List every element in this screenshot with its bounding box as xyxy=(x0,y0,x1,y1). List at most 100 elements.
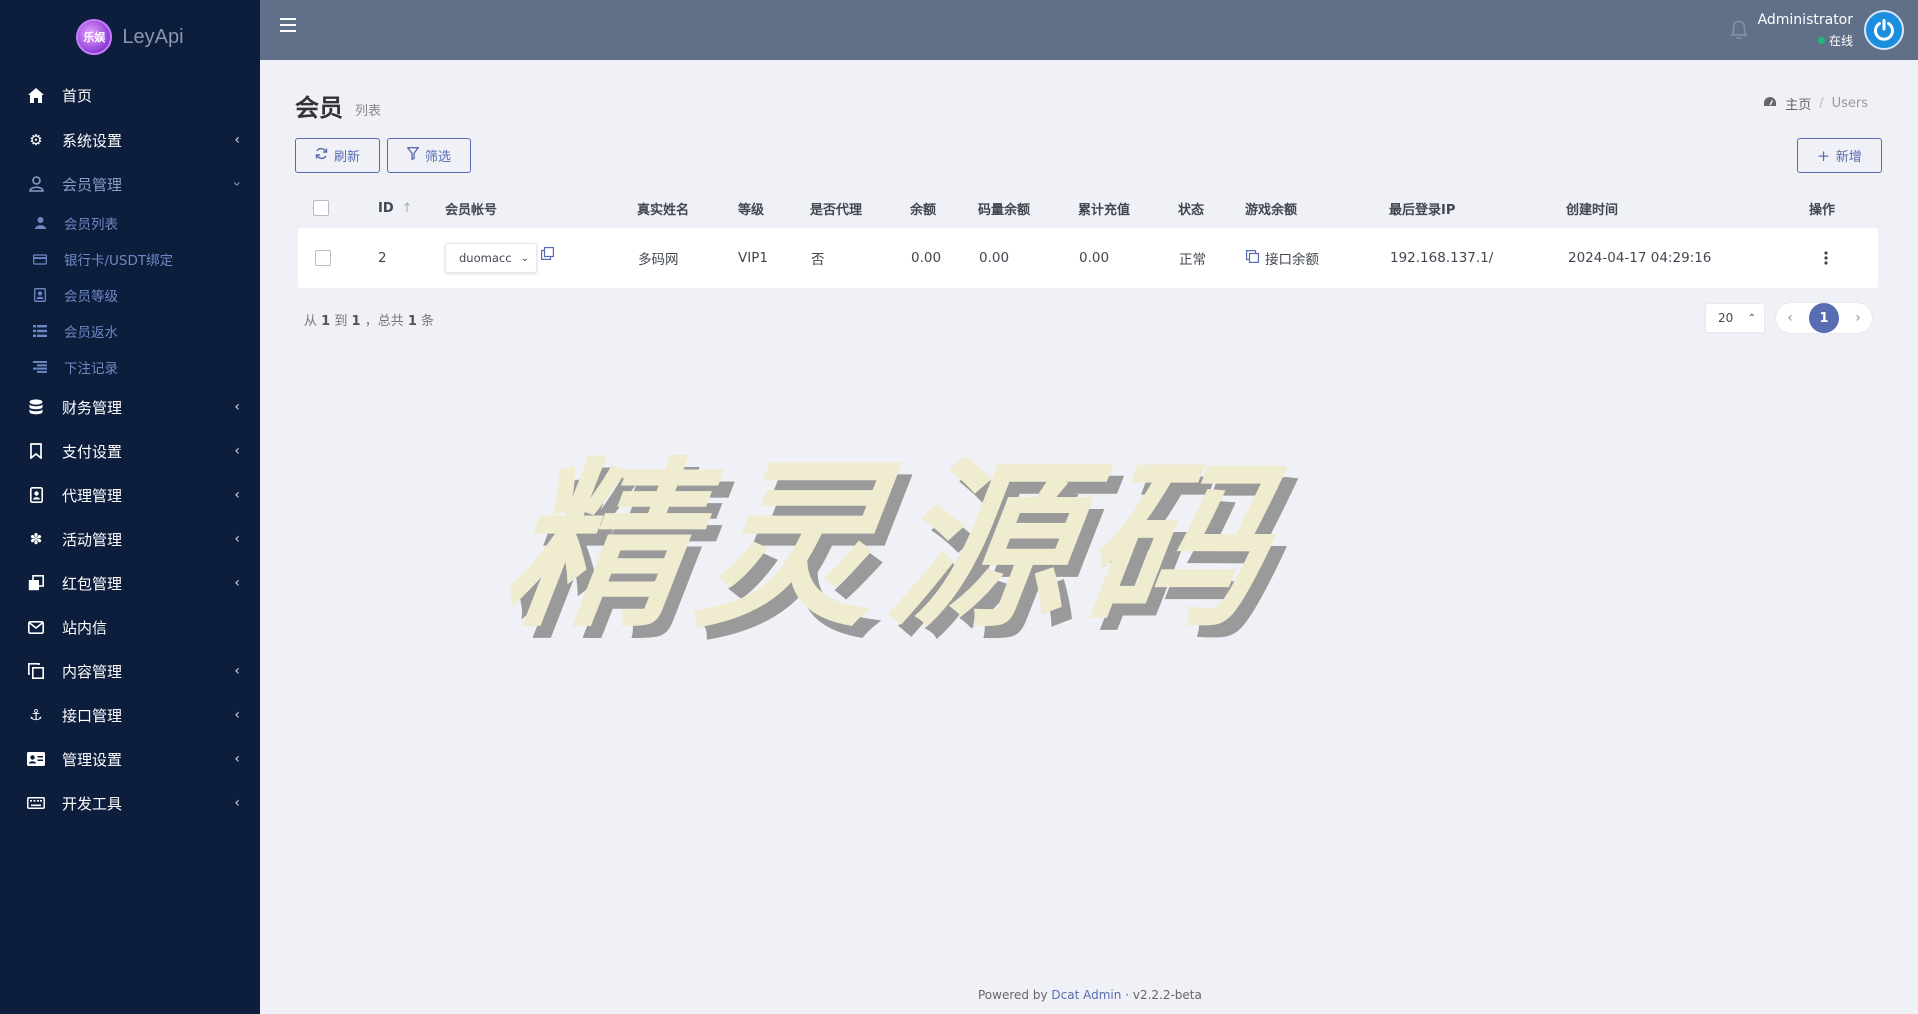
sidebar-item-api[interactable]: ⚓ 接口管理 ‹ xyxy=(0,694,260,736)
sidebar-item-dev-tools[interactable]: 开发工具 ‹ xyxy=(0,782,260,824)
anchor-icon: ⚓ xyxy=(29,706,43,724)
column-total-recharge: 累计充值 xyxy=(1078,202,1131,218)
breadcrumb-current: Users xyxy=(1831,96,1868,111)
sidebar-subitem-bank-card[interactable]: 银行卡/USDT绑定 xyxy=(0,242,260,276)
sidebar-item-label: 开发工具 xyxy=(62,794,123,813)
summary-unit: 条 xyxy=(421,314,435,329)
column-game-balance: 游戏余额 xyxy=(1245,202,1298,218)
copy-icon xyxy=(1246,249,1259,267)
footer-separator: · xyxy=(1125,988,1130,1002)
avatar[interactable] xyxy=(1864,10,1904,50)
game-balance-label: 接口余额 xyxy=(1265,252,1319,268)
chevron-down-icon: ‹ xyxy=(229,181,246,187)
column-created-at: 创建时间 xyxy=(1566,202,1619,218)
gears-icon: ⚙ xyxy=(29,131,43,149)
align-right-icon xyxy=(33,360,47,374)
sidebar-subitem-member-list[interactable]: 会员列表 xyxy=(0,206,260,240)
breadcrumb-home[interactable]: 主页 xyxy=(1785,94,1811,113)
footer: Powered by Dcat Admin · v2.2.2-beta xyxy=(978,988,1202,1002)
refresh-label: 刷新 xyxy=(333,150,360,165)
sidebar-item-label: 站内信 xyxy=(62,618,108,637)
credit-card-icon xyxy=(33,252,47,266)
chevron-left-icon: ‹ xyxy=(234,751,240,767)
brand[interactable]: 乐娱 LeyApi xyxy=(0,0,260,74)
table-row: 2 duomacc ⌄ 多码网 VIP1 否 0.00 0.00 0.00 正常… xyxy=(298,228,1878,288)
brand-name: LeyApi xyxy=(122,25,184,48)
sidebar-item-agents[interactable]: 代理管理 ‹ xyxy=(0,474,260,516)
table-header: ID ↑ 会员帐号 真实姓名 等级 是否代理 余额 码量余额 累计充值 状态 游… xyxy=(295,190,1878,226)
chevron-left-icon: ‹ xyxy=(234,575,240,591)
sidebar-subitem-rebate[interactable]: 会员返水 xyxy=(0,314,260,348)
footer-link[interactable]: Dcat Admin xyxy=(1051,988,1121,1002)
per-page-select[interactable]: 20 ⌃ xyxy=(1705,303,1765,333)
chevron-left-icon: ‹ xyxy=(234,707,240,723)
bell-icon[interactable] xyxy=(1730,20,1748,40)
summary-from: 1 xyxy=(321,314,331,329)
sidebar-item-members[interactable]: 会员管理 ‹ xyxy=(0,163,260,205)
sidebar-item-label: 内容管理 xyxy=(62,662,123,681)
sidebar-item-label: 接口管理 xyxy=(62,706,123,725)
sidebar-item-content[interactable]: 内容管理 ‹ xyxy=(0,650,260,692)
sidebar-subitem-member-level[interactable]: 会员等级 xyxy=(0,278,260,312)
sidebar-item-label: 活动管理 xyxy=(62,530,123,549)
chevron-down-icon: ⌄ xyxy=(520,252,529,264)
user-name[interactable]: Administrator xyxy=(1758,12,1853,28)
sidebar-item-activities[interactable]: ✽ 活动管理 ‹ xyxy=(0,518,260,560)
column-real-name: 真实姓名 xyxy=(637,202,690,218)
game-balance-link[interactable]: 接口余额 xyxy=(1246,228,1319,288)
account-select[interactable]: duomacc ⌄ xyxy=(445,243,537,273)
sidebar-item-admin-settings[interactable]: 管理设置 ‹ xyxy=(0,738,260,780)
sidebar-item-payment[interactable]: 支付设置 ‹ xyxy=(0,430,260,472)
menu-toggle-icon[interactable] xyxy=(280,18,296,32)
bookmark-icon xyxy=(26,441,46,461)
summary-to: 1 xyxy=(351,314,361,329)
copy-icon xyxy=(26,661,46,681)
sidebar-item-messages[interactable]: 站内信 xyxy=(0,606,260,648)
sidebar-subitem-label: 会员等级 xyxy=(64,289,118,305)
sort-arrow-icon[interactable]: ↑ xyxy=(402,201,413,216)
filter-label: 筛选 xyxy=(424,150,451,165)
per-page-value: 20 xyxy=(1718,311,1734,325)
create-button[interactable]: + 新增 xyxy=(1797,138,1882,173)
page-number-current[interactable]: 1 xyxy=(1809,303,1839,333)
row-checkbox[interactable] xyxy=(315,250,331,266)
column-level: 等级 xyxy=(738,202,765,218)
sidebar-item-home[interactable]: 首页 xyxy=(0,74,260,116)
refresh-button[interactable]: 刷新 xyxy=(295,138,380,173)
next-page-icon[interactable]: › xyxy=(1850,310,1866,326)
sidebar-item-finance[interactable]: 财务管理 ‹ xyxy=(0,386,260,428)
sidebar-subitem-label: 银行卡/USDT绑定 xyxy=(64,253,174,269)
chevron-up-icon: ⌃ xyxy=(1747,312,1756,324)
sidebar-subitem-label: 会员返水 xyxy=(64,325,118,341)
envelope-icon xyxy=(26,617,46,637)
select-all-checkbox[interactable] xyxy=(313,200,329,216)
row-actions-icon[interactable] xyxy=(1824,228,1828,288)
watermark: 精灵源码 xyxy=(492,443,1291,652)
column-id[interactable]: ID ↑ xyxy=(378,190,413,226)
id-badge-icon xyxy=(26,485,46,505)
keyboard-icon xyxy=(26,793,46,813)
cell-created-at: 2024-04-17 04:29:16 xyxy=(1568,250,1712,266)
copy-icon[interactable] xyxy=(541,246,554,264)
sidebar-subitem-label: 会员列表 xyxy=(64,217,118,233)
column-actions: 操作 xyxy=(1809,202,1836,218)
column-status: 状态 xyxy=(1178,202,1205,218)
refresh-icon xyxy=(315,147,328,164)
summary-to-word: 到 xyxy=(334,314,348,329)
chevron-left-icon: ‹ xyxy=(234,443,240,459)
sidebar-item-label: 首页 xyxy=(62,86,93,105)
sidebar-item-system-settings[interactable]: ⚙ 系统设置 ‹ xyxy=(0,119,260,161)
prev-page-icon[interactable]: ‹ xyxy=(1782,310,1798,326)
yelp-icon: ✽ xyxy=(29,530,43,548)
plus-icon: + xyxy=(1817,146,1830,165)
sidebar-item-red-packets[interactable]: 红包管理 ‹ xyxy=(0,562,260,604)
cell-code-balance: 0.00 xyxy=(979,250,1010,266)
filter-button[interactable]: 筛选 xyxy=(387,138,471,173)
user-status-label: 在线 xyxy=(1828,34,1853,48)
filter-icon xyxy=(406,147,420,164)
chevron-left-icon: ‹ xyxy=(234,531,240,547)
sidebar-item-label: 财务管理 xyxy=(62,398,123,417)
sidebar-subitem-bet-records[interactable]: 下注记录 xyxy=(0,350,260,384)
user-small-icon xyxy=(33,216,47,230)
address-card-icon xyxy=(26,749,46,769)
